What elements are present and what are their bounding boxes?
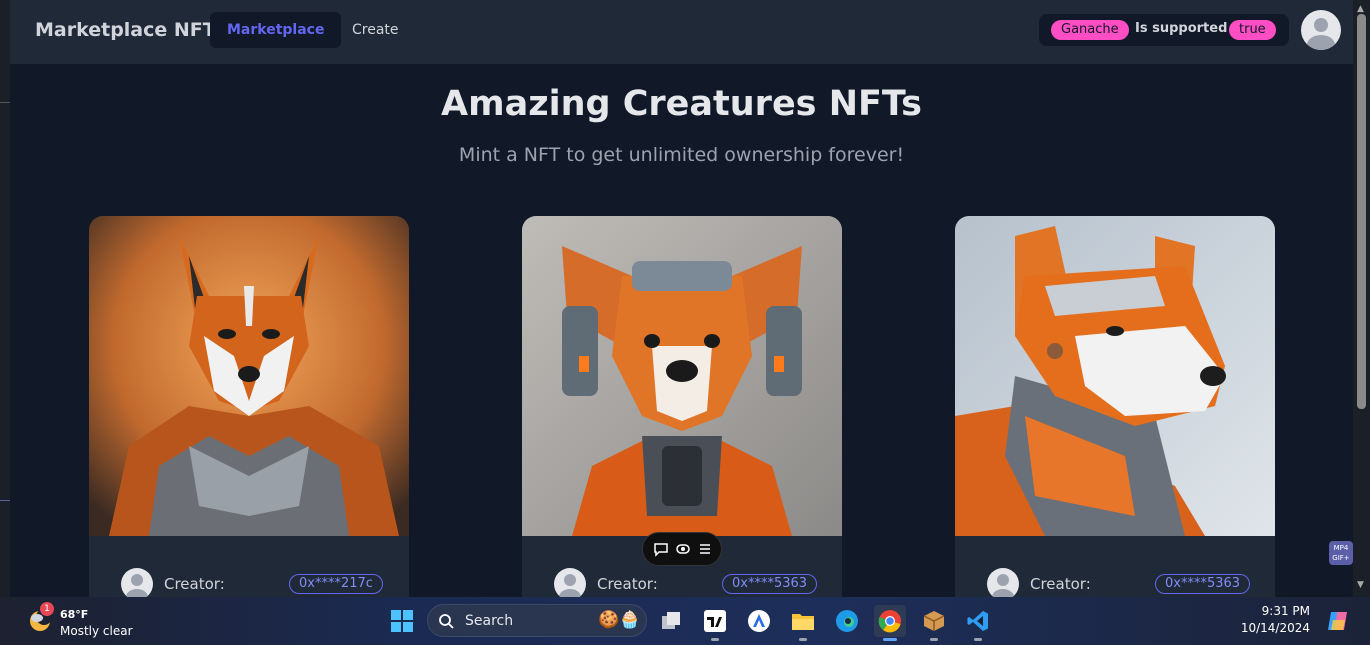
creator-avatar — [554, 568, 586, 597]
brand-title[interactable]: Marketplace NFT — [35, 19, 216, 41]
weather-temperature: 68°F — [60, 608, 89, 621]
package-app-icon[interactable] — [918, 605, 950, 641]
search-placeholder: Search — [465, 613, 514, 629]
clock-time: 9:31 PM — [1261, 604, 1310, 618]
fox-armor-nft-image[interactable] — [89, 216, 409, 536]
clock-date: 10/14/2024 — [1240, 621, 1310, 635]
copilot-icon[interactable] — [1325, 608, 1351, 634]
card-footer: Creator: 0x****5363 — [955, 536, 1275, 597]
user-avatar[interactable] — [1301, 10, 1341, 50]
weather-widget[interactable]: 1 68°F Mostly clear — [26, 602, 146, 640]
creator-avatar — [987, 568, 1019, 597]
menu-icon[interactable] — [697, 541, 713, 557]
is-supported-label: Is supported : — [1135, 21, 1238, 36]
page-scrollbar[interactable]: ▲ ▼ — [1353, 0, 1370, 597]
nft-card[interactable]: Creator: 0x****5363 — [955, 216, 1275, 597]
creator-label: Creator: — [597, 575, 658, 593]
comment-icon[interactable] — [653, 541, 669, 557]
browser-viewport: Marketplace NFT Marketplace Create Ganac… — [10, 0, 1353, 597]
page-title: Amazing Creatures NFTs — [441, 84, 922, 124]
scroll-down-icon[interactable]: ▼ — [1357, 580, 1364, 590]
creator-avatar — [121, 568, 153, 597]
network-status: Ganache Is supported : true — [1039, 14, 1289, 46]
nav-link-create[interactable]: Create — [335, 12, 416, 48]
scroll-up-icon[interactable]: ▲ — [1357, 4, 1364, 14]
edge-icon[interactable] — [831, 605, 863, 637]
scroll-thumb[interactable] — [1357, 14, 1366, 409]
network-name-badge: Ganache — [1051, 20, 1129, 40]
is-supported-badge: true — [1229, 20, 1276, 40]
search-highlight-icon: 🍪🧁 — [598, 610, 641, 630]
creator-address-badge[interactable]: 0x****5363 — [1155, 574, 1251, 594]
creator-label: Creator: — [1030, 575, 1091, 593]
weather-description: Mostly clear — [60, 624, 133, 638]
robot-dog-nft-image[interactable] — [522, 216, 842, 536]
creator-address-badge[interactable]: 0x****5363 — [722, 574, 818, 594]
navbar: Marketplace NFT Marketplace Create Ganac… — [10, 0, 1353, 64]
floating-toolbar — [642, 532, 722, 566]
weather-notification-badge: 1 — [40, 602, 54, 616]
creator-address-badge[interactable]: 0x****217c — [289, 574, 383, 594]
nft-card[interactable]: Creator: 0x****217c — [89, 216, 409, 597]
task-view-icon[interactable] — [655, 605, 687, 637]
user-icon — [1307, 18, 1335, 50]
mp4-gif-extension-icon[interactable]: MP4 GIF+ — [1329, 541, 1353, 565]
windows-taskbar: 1 68°F Mostly clear Search 🍪🧁 9:31 PM 10… — [0, 597, 1370, 645]
tradingview-icon[interactable] — [699, 605, 731, 641]
user-icon — [559, 574, 581, 597]
file-explorer-icon[interactable] — [787, 605, 819, 641]
armored-dog-nft-image[interactable] — [955, 216, 1275, 536]
card-footer: Creator: 0x****217c — [89, 536, 409, 597]
page-subtitle: Mint a NFT to get unlimited ownership fo… — [458, 144, 905, 166]
vscode-icon[interactable] — [962, 605, 994, 641]
chrome-icon[interactable] — [874, 605, 906, 641]
creator-label: Creator: — [164, 575, 225, 593]
taskbar-search[interactable]: Search 🍪🧁 — [427, 604, 647, 637]
user-icon — [992, 574, 1014, 597]
windows-start-icon[interactable] — [386, 605, 418, 637]
app-store-icon[interactable] — [743, 605, 775, 637]
system-clock[interactable]: 9:31 PM 10/14/2024 — [1240, 603, 1310, 637]
record-icon[interactable] — [675, 541, 691, 557]
user-icon — [126, 574, 148, 597]
left-window-edge — [0, 0, 10, 597]
search-icon — [438, 613, 454, 633]
nav-link-marketplace[interactable]: Marketplace — [210, 12, 342, 48]
